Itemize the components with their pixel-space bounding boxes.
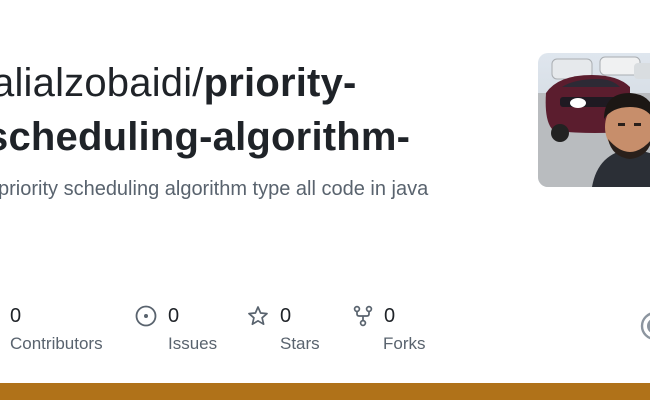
stat-value: 0: [10, 305, 22, 327]
repo-title-line1: alialzobaidi/priority-: [0, 56, 532, 110]
star-icon: [247, 305, 269, 327]
repo-owner[interactable]: alialzobaidi/: [0, 61, 204, 105]
stat-label: Stars: [280, 334, 320, 353]
stat-label: Issues: [168, 334, 218, 353]
stat-value: 0: [280, 305, 292, 327]
repo-name-part2[interactable]: scheduling-algorithm-: [0, 115, 410, 159]
repo-stats: 0 Contributors 0 Issues 0 Stars 0 Forks: [0, 302, 650, 362]
avatar: [538, 53, 650, 187]
repo-title-line2: scheduling-algorithm-: [0, 110, 532, 164]
repo-name-part1[interactable]: priority-: [204, 61, 357, 105]
stat-value: 0: [168, 305, 180, 327]
repo-title: alialzobaidi/priority- scheduling-algori…: [0, 56, 532, 164]
fork-icon: [352, 305, 374, 327]
language-color-bar: [0, 383, 650, 400]
github-logo-icon[interactable]: [640, 311, 650, 341]
repo-description: priority scheduling algorithm type all c…: [0, 178, 429, 200]
stat-label: Forks: [383, 334, 426, 353]
stat-value: 0: [384, 305, 396, 327]
issues-icon: [135, 305, 157, 327]
stat-label: Contributors: [10, 334, 103, 353]
